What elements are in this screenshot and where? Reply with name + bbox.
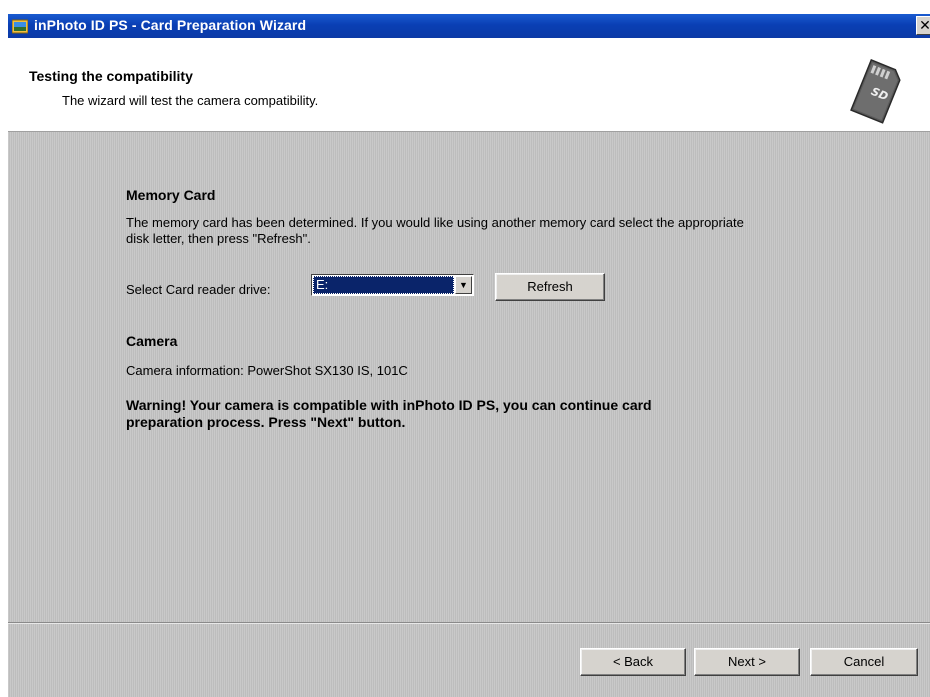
wizard-window: inPhoto ID PS - Card Preparation Wizard … (8, 14, 930, 697)
cancel-button[interactable]: Cancel (810, 648, 918, 676)
close-icon: ✕ (919, 17, 930, 33)
header-title: Testing the compatibility (29, 68, 193, 84)
app-icon (12, 19, 28, 34)
chevron-down-icon[interactable]: ▼ (455, 276, 472, 294)
wizard-header: Testing the compatibility The wizard wil… (8, 38, 930, 132)
wizard-footer: < Back Next > Cancel (8, 622, 930, 697)
drive-select-value: E: (313, 276, 454, 294)
window-title: inPhoto ID PS - Card Preparation Wizard (34, 17, 307, 33)
title-bar[interactable]: inPhoto ID PS - Card Preparation Wizard … (8, 14, 930, 38)
next-button[interactable]: Next > (694, 648, 800, 676)
memory-card-description-line1: The memory card has been determined. If … (126, 215, 744, 230)
camera-heading: Camera (126, 333, 178, 349)
wizard-content: Memory Card The memory card has been det… (8, 132, 930, 622)
drive-select-label: Select Card reader drive: (126, 282, 271, 297)
memory-card-description-line2: disk letter, then press "Refresh". (126, 231, 311, 246)
close-button[interactable]: ✕ (916, 16, 930, 35)
sd-card-icon: SD (850, 58, 901, 124)
back-button[interactable]: < Back (580, 648, 686, 676)
drive-select[interactable]: E: ▼ (311, 274, 474, 296)
compatibility-warning-line2: preparation process. Press "Next" button… (126, 414, 406, 430)
compatibility-warning-line1: Warning! Your camera is compatible with … (126, 397, 652, 413)
camera-info: Camera information: PowerShot SX130 IS, … (126, 363, 408, 378)
header-subtitle: The wizard will test the camera compatib… (62, 93, 319, 108)
memory-card-heading: Memory Card (126, 187, 216, 203)
refresh-button[interactable]: Refresh (495, 273, 605, 301)
